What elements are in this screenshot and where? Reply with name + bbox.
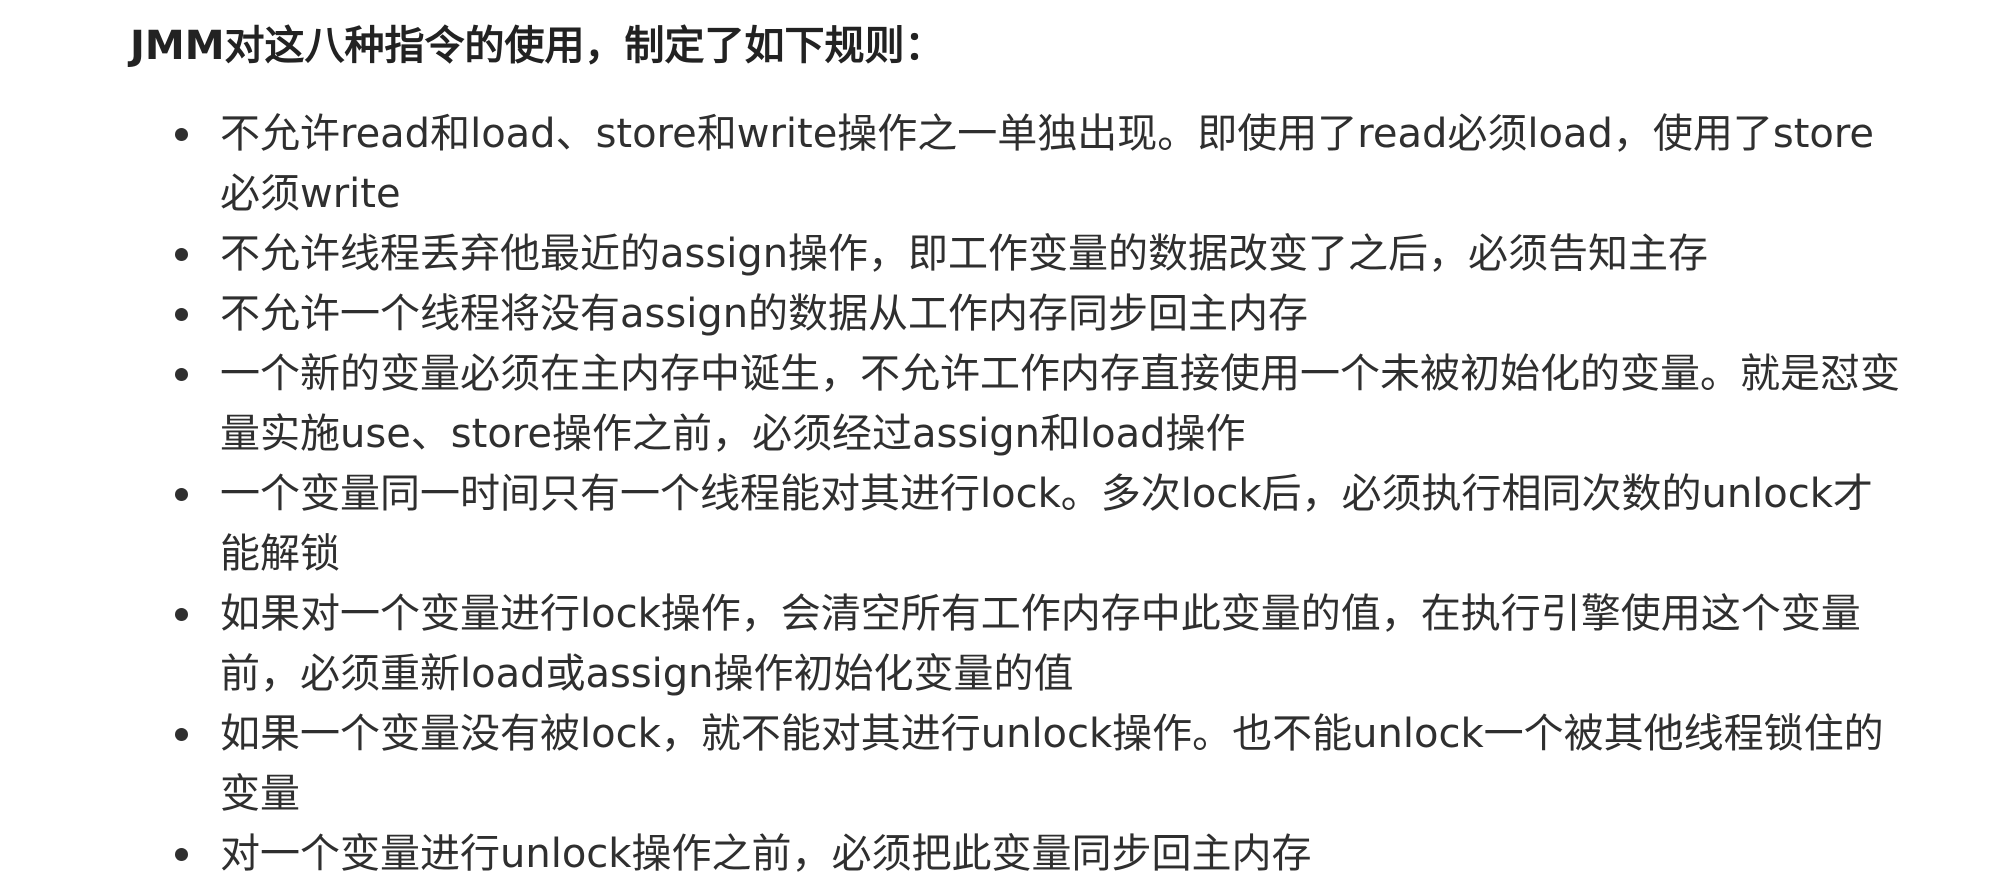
rules-list: 不允许read和load、store和write操作之一单独出现。即使用了rea… <box>170 104 1910 884</box>
list-item-text: 不允许线程丢弃他最近的assign操作，即工作变量的数据改变了之后，必须告知主存 <box>220 231 1709 277</box>
list-item: 不允许线程丢弃他最近的assign操作，即工作变量的数据改变了之后，必须告知主存 <box>170 224 1910 284</box>
list-item-text: 不允许一个线程将没有assign的数据从工作内存同步回主内存 <box>220 291 1309 337</box>
bullet-icon <box>175 368 188 381</box>
bullet-icon <box>175 608 188 621</box>
bullet-icon <box>175 248 188 261</box>
bullet-icon <box>175 308 188 321</box>
list-item-text: 一个变量同一时间只有一个线程能对其进行lock。多次lock后，必须执行相同次数… <box>220 471 1873 577</box>
list-item-text: 不允许read和load、store和write操作之一单独出现。即使用了rea… <box>220 111 1875 217</box>
section-heading: JMM对这八种指令的使用，制定了如下规则： <box>130 23 945 69</box>
list-item: 一个变量同一时间只有一个线程能对其进行lock。多次lock后，必须执行相同次数… <box>170 464 1910 584</box>
bullet-icon <box>175 488 188 501</box>
list-item-text: 一个新的变量必须在主内存中诞生，不允许工作内存直接使用一个未被初始化的变量。就是… <box>220 351 1900 457</box>
bullet-icon <box>175 728 188 741</box>
list-item: 对一个变量进行unlock操作之前，必须把此变量同步回主内存 <box>170 824 1910 884</box>
list-item-text: 如果一个变量没有被lock，就不能对其进行unlock操作。也不能unlock一… <box>220 711 1884 817</box>
list-item: 不允许一个线程将没有assign的数据从工作内存同步回主内存 <box>170 284 1910 344</box>
list-item: 一个新的变量必须在主内存中诞生，不允许工作内存直接使用一个未被初始化的变量。就是… <box>170 344 1910 464</box>
document-body: JMM对这八种指令的使用，制定了如下规则： 不允许read和load、store… <box>0 0 2009 877</box>
list-item: 如果对一个变量进行lock操作，会清空所有工作内存中此变量的值，在执行引擎使用这… <box>170 584 1910 704</box>
bullet-icon <box>175 128 188 141</box>
list-item-text: 对一个变量进行unlock操作之前，必须把此变量同步回主内存 <box>220 831 1312 877</box>
list-item: 不允许read和load、store和write操作之一单独出现。即使用了rea… <box>170 104 1910 224</box>
bullet-icon <box>175 848 188 861</box>
list-item: 如果一个变量没有被lock，就不能对其进行unlock操作。也不能unlock一… <box>170 704 1910 824</box>
list-item-text: 如果对一个变量进行lock操作，会清空所有工作内存中此变量的值，在执行引擎使用这… <box>220 591 1861 697</box>
